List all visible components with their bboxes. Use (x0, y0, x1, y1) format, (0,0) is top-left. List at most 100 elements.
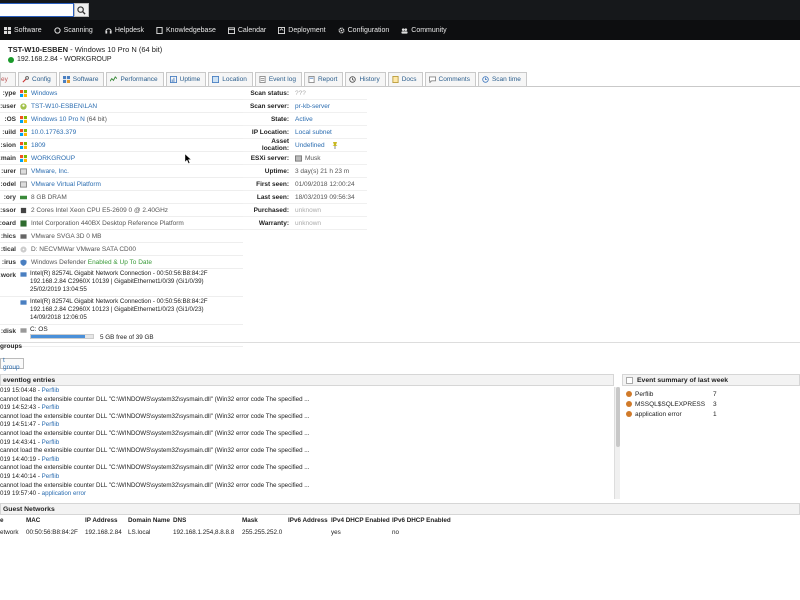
asset-title: TST-W10-ESBEN - Windows 10 Pro N (64 bit… (8, 45, 162, 54)
tab-performance[interactable]: Performance (106, 72, 164, 86)
groups-header: groups (0, 342, 800, 352)
ip-location-link[interactable]: Local subnet (295, 129, 332, 136)
event-source-icon (626, 411, 632, 417)
eventlog-list: 019 15:04:48 - Perflib cannot load the e… (0, 387, 614, 499)
nav-item-scanning[interactable]: Scanning (53, 27, 93, 34)
eventlog-entry: 019 14:52:43 - Perflib (0, 404, 60, 412)
scan-server-link[interactable]: pr-kb-server (295, 103, 330, 110)
motherboard-icon (20, 219, 27, 227)
eventlog-entry: 019 14:51:47 - Perflib (0, 421, 60, 429)
windows-icon (20, 128, 27, 136)
asset-summary: ype: Windows user: TST-W10-ESBEN\LAN OS: Wi… (0, 87, 243, 347)
nav-item-helpdesk[interactable]: Helpdesk (105, 27, 144, 34)
top-bar (0, 0, 800, 20)
event-source-link[interactable]: Perflib (42, 387, 60, 394)
event-source-link[interactable]: Perflib (42, 404, 60, 411)
pin-icon[interactable] (331, 141, 339, 149)
summary-row-version: sion: 1809 (0, 139, 243, 152)
eventlog-scrollbar[interactable] (614, 387, 620, 499)
tab-history[interactable]: History (345, 72, 386, 86)
nav-item-deployment[interactable]: Deployment (278, 26, 326, 34)
nav-item-configuration[interactable]: Configuration (338, 27, 389, 34)
summary-row-build: uild: 10.0.17763.379 (0, 126, 243, 139)
info-row-uptime: Uptime: 3 day(s) 21 h 23 m (243, 165, 367, 178)
domain-link[interactable]: WORKGROUP (31, 155, 75, 162)
search-input[interactable] (0, 3, 74, 17)
eventlog-entry: 019 14:43:41 - Perflib (0, 438, 60, 446)
info-row-first-seen: First seen: 01/09/2018 12:00:24 (243, 178, 367, 191)
optical-drive-icon (20, 245, 27, 253)
summary-row-memory: ory: 8 GB DRAM (0, 191, 243, 204)
summary-row-antivirus: irus: Windows Defender Enabled & Up To Da… (0, 256, 243, 269)
tab-report[interactable]: Report (303, 72, 344, 86)
os-link[interactable]: Windows 10 Pro N (31, 116, 85, 123)
tab-comments[interactable]: Comments (424, 72, 476, 86)
nav-item-community[interactable]: Community (401, 27, 447, 34)
info-row-last-seen: Last seen: 18/03/2019 09:56:34 (243, 191, 367, 204)
event-summary-item[interactable]: application error 1 (626, 409, 796, 419)
nav-item-knowledgebase[interactable]: Knowledgebase (156, 26, 216, 34)
event-source-link[interactable]: application error (42, 490, 86, 497)
asset-os: - Windows 10 Pro N (64 bit) (70, 45, 163, 54)
network-card-icon (20, 300, 27, 305)
event-source-link[interactable]: Perflib (42, 456, 60, 463)
shield-icon (20, 258, 27, 266)
manufacturer-icon (20, 167, 27, 175)
eventlog-entry: 019 14:40:14 - Perflib (0, 472, 60, 480)
tab-docs[interactable]: Docs (387, 72, 423, 86)
nav-item-calendar[interactable]: Calendar (227, 27, 266, 34)
event-summary-item[interactable]: Perflib 7 (626, 389, 796, 399)
event-source-link[interactable]: Perflib (42, 421, 60, 428)
info-row-purchased: Purchased: unknown (243, 204, 367, 217)
search-button[interactable] (74, 3, 89, 17)
eventlog-entry: 019 19:57:40 - application error (0, 490, 87, 498)
event-source-link[interactable]: Perflib (42, 473, 60, 480)
tab-scantime[interactable]: Scan time (477, 72, 527, 86)
summary-row-network-1: work: Intel(R) 82574L Gigabit Network Co… (0, 269, 243, 297)
eventlog-entry: 019 15:04:48 - Perflib (0, 387, 60, 394)
user-link[interactable]: TST-W10-ESBEN\LAN (31, 103, 97, 110)
main-nav: Software Scanning Helpdesk Knowledgebase… (0, 20, 800, 40)
comments-icon (428, 76, 436, 83)
event-source-link[interactable]: Perflib (42, 439, 60, 446)
version-link[interactable]: 1809 (31, 142, 45, 149)
history-icon (349, 76, 357, 83)
tab-uptime[interactable]: Uptime (165, 72, 207, 86)
model-icon (20, 180, 27, 188)
asset-location-link[interactable]: Undefined (295, 142, 325, 149)
eventlog-message: cannot load the extensible counter DLL "… (0, 464, 310, 472)
wrench-icon (22, 76, 29, 83)
summary-row-processor: ssor: 2 Cores Intel Xeon CPU E5-2609 0 @ … (0, 204, 243, 217)
info-row-warranty: Warranty: unknown (243, 217, 367, 230)
build-link[interactable]: 10.0.17763.379 (31, 129, 76, 136)
tab-software[interactable]: Software (58, 72, 105, 86)
summary-row-os: OS: Windows 10 Pro N (64 bit) (0, 113, 243, 126)
disk-icon (20, 328, 27, 333)
state-link[interactable]: Active (295, 116, 313, 123)
tab-eventlog[interactable]: Event log (254, 72, 302, 86)
tab-summary[interactable]: ey (0, 72, 16, 86)
add-group-button[interactable]: t group (0, 357, 24, 371)
eventlog-scroll-thumb[interactable] (616, 387, 620, 447)
network-card-icon (20, 272, 27, 277)
event-summary-item[interactable]: MSSQL$SQLEXPRESS 3 (626, 399, 796, 409)
manufacturer-link[interactable]: VMware, Inc. (31, 168, 69, 175)
tab-config[interactable]: Config (18, 72, 57, 86)
summary-row-motherboard: oard:Intel Corporation 440BX Desktop Ref… (0, 217, 243, 230)
nav-item-software[interactable]: Software (4, 26, 42, 34)
tab-location[interactable]: Location (208, 72, 253, 86)
software-icon (62, 76, 70, 83)
memory-icon (20, 195, 27, 199)
user-icon (20, 102, 27, 110)
disk-name: C: OS (30, 326, 48, 333)
model-link[interactable]: VMware Virtual Platform (31, 181, 101, 188)
asset-info: Scan status:??? Scan server: pr-kb-server… (243, 87, 367, 230)
eventlog-message: cannot load the extensible counter DLL "… (0, 395, 310, 403)
summary-row-type: ype: Windows (0, 87, 243, 100)
docs-icon (392, 76, 399, 83)
processor-icon (20, 207, 27, 213)
eventlog-message: cannot load the extensible counter DLL "… (0, 429, 310, 437)
disk-usage-bar (30, 334, 94, 339)
disk-free: 5 GB free of 39 GB (100, 334, 154, 341)
asset-type-link[interactable]: Windows (31, 90, 57, 97)
